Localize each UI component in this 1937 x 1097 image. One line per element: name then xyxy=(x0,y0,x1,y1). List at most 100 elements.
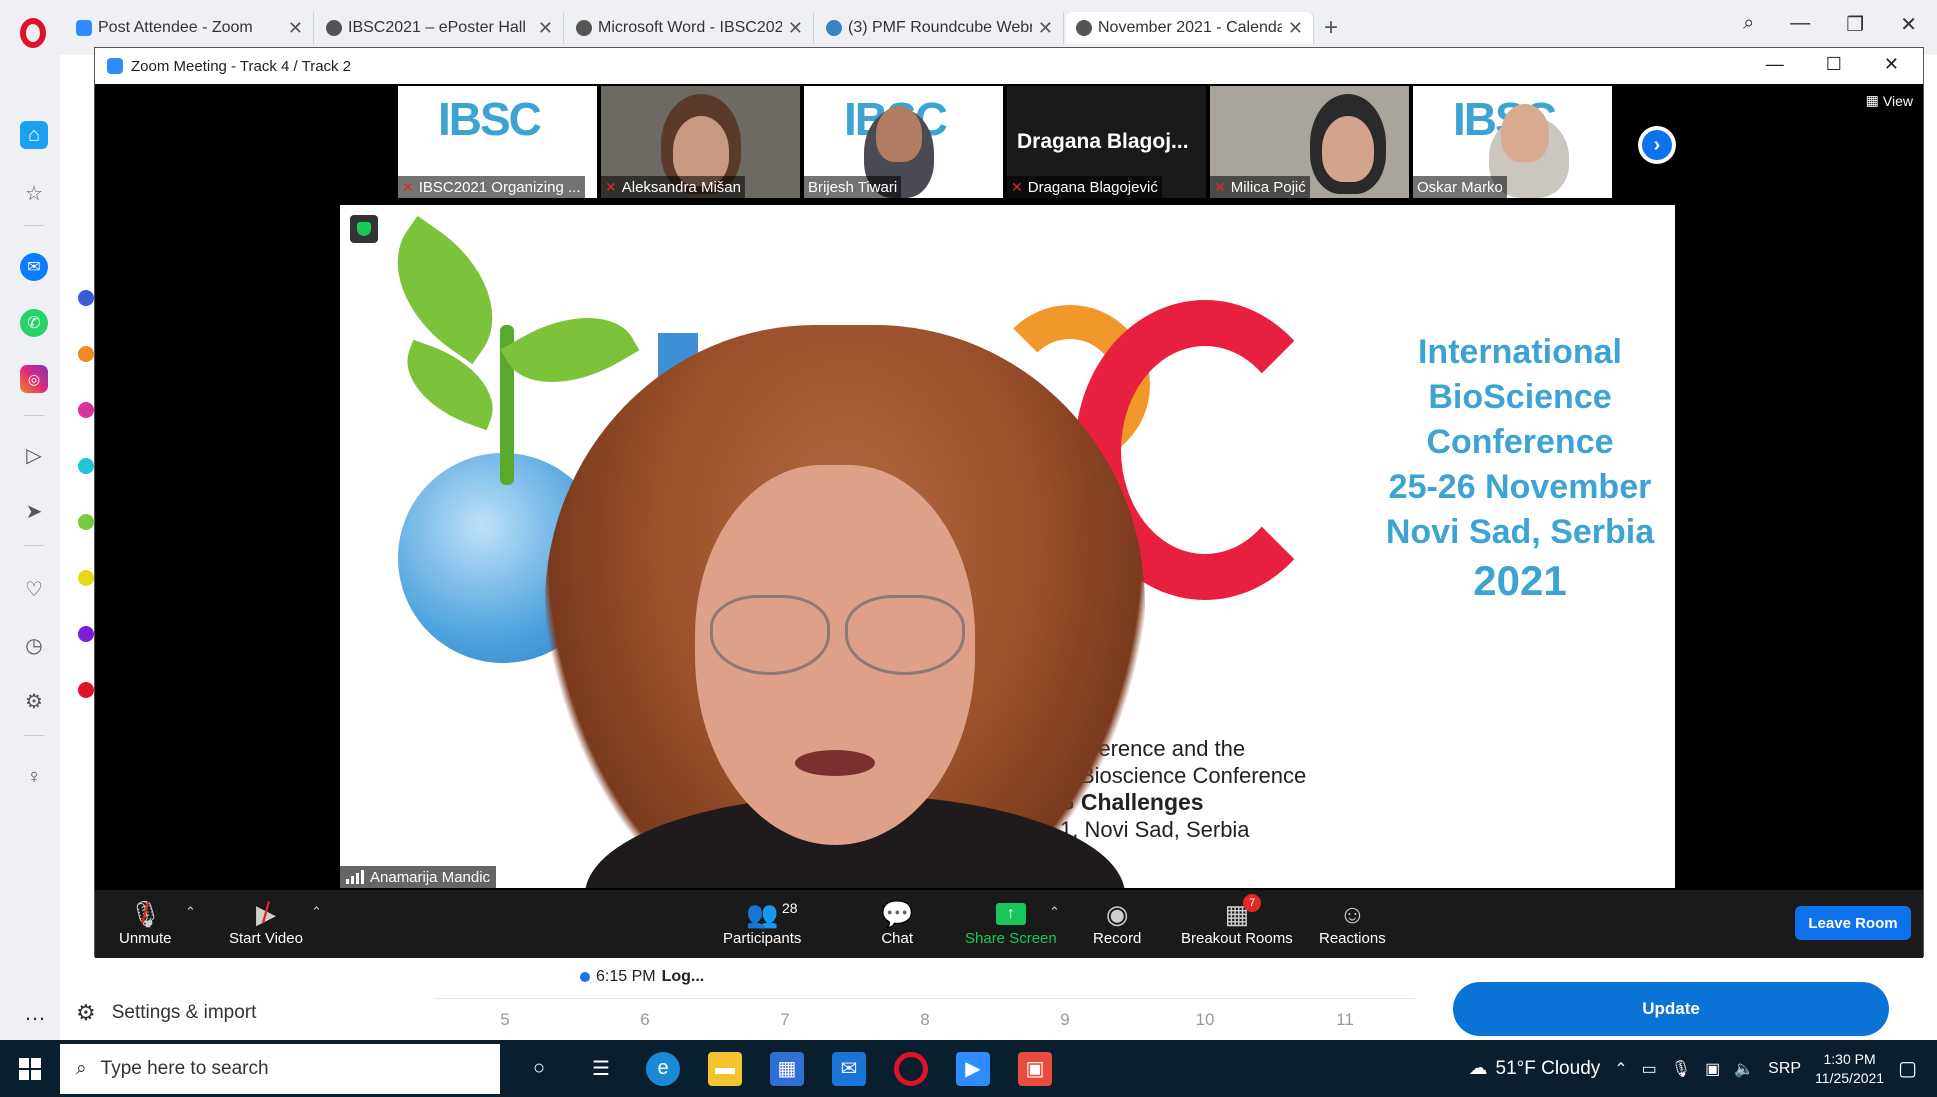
zoom-icon[interactable]: ▶ xyxy=(956,1051,990,1086)
messenger-icon[interactable]: ✉ xyxy=(20,253,48,281)
day-number[interactable]: 7 xyxy=(715,1010,855,1030)
day-number[interactable]: 5 xyxy=(435,1010,575,1030)
tab-roundcube[interactable]: (3) PMF Roundcube Webm ✕ xyxy=(816,12,1064,44)
tab-label: Post Attendee - Zoom xyxy=(98,19,253,36)
calendar-color-dot xyxy=(78,458,94,474)
close-icon[interactable]: ✕ xyxy=(288,18,303,39)
start-video-button[interactable]: ▶ / Start Video xyxy=(229,897,303,947)
language-indicator[interactable]: SRP xyxy=(1768,1060,1801,1078)
participant-tile[interactable]: IBSC ✕ IBSC2021 Organizing ... xyxy=(398,86,597,198)
participant-tile[interactable]: ✕ Milica Pojić xyxy=(1210,86,1409,198)
update-button[interactable]: Update xyxy=(1453,982,1889,1036)
view-button[interactable]: ▦ View xyxy=(1866,92,1913,109)
chevron-up-icon[interactable]: ⌃ xyxy=(185,904,196,920)
breakout-rooms-button[interactable]: ▦ 7 Breakout Rooms xyxy=(1181,894,1293,947)
day-number[interactable]: 6 xyxy=(575,1010,715,1030)
start-button[interactable] xyxy=(0,1040,60,1097)
leave-room-button[interactable]: Leave Room xyxy=(1795,906,1911,940)
battery-icon[interactable]: ▭ xyxy=(1642,1059,1657,1079)
start-video-label: Start Video xyxy=(229,930,303,947)
edge-icon[interactable]: e xyxy=(646,1051,680,1086)
maximize-icon[interactable]: ☐ xyxy=(1826,54,1842,75)
chevron-up-icon[interactable]: ⌃ xyxy=(311,904,322,920)
history-icon[interactable]: ◷ xyxy=(20,631,48,659)
search-icon[interactable]: ⌕ xyxy=(1743,12,1754,37)
calendar-event[interactable]: 6:15 PM Log... xyxy=(580,968,704,986)
breakout-rooms-icon: ▦ 7 xyxy=(1225,894,1262,930)
close-icon[interactable]: ✕ xyxy=(1884,54,1899,75)
send-icon[interactable]: ➤ xyxy=(20,497,48,525)
weather-widget[interactable]: ☁ 51°F Cloudy xyxy=(1469,1057,1601,1080)
settings-import-link[interactable]: ⚙ Settings & import xyxy=(76,1000,256,1026)
more-icon[interactable]: … xyxy=(24,1000,46,1026)
settings-label: Settings & import xyxy=(111,1002,257,1023)
cortana-icon[interactable]: ○ xyxy=(522,1052,556,1086)
opera-icon[interactable] xyxy=(894,1051,928,1086)
heart-icon[interactable]: ♡ xyxy=(20,575,48,603)
close-icon[interactable]: ✕ xyxy=(1900,12,1917,37)
chevron-up-icon[interactable]: ⌃ xyxy=(1049,904,1060,920)
volume-icon[interactable]: 🔈 xyxy=(1734,1059,1754,1079)
sidebar-divider xyxy=(24,415,44,416)
participant-strip: IBSC ✕ IBSC2021 Organizing ... ✕ Aleksan… xyxy=(398,86,1612,202)
close-icon[interactable]: ✕ xyxy=(1038,18,1053,39)
chat-button[interactable]: 💬 Chat xyxy=(881,898,913,948)
share-screen-button[interactable]: ↑ Share Screen xyxy=(965,898,1057,947)
microphone-icon[interactable]: 🎙 xyxy=(1671,1059,1691,1079)
mail-icon[interactable]: ✉ xyxy=(832,1051,866,1086)
speaker-name: Anamarija Mandic xyxy=(370,868,491,886)
participant-tile[interactable]: ✕ Aleksandra Mišan xyxy=(601,86,800,198)
participant-tile[interactable]: IBSC Brijesh Tiwari xyxy=(804,86,1003,198)
close-icon[interactable]: ✕ xyxy=(538,18,553,39)
task-view-icon[interactable]: ☰ xyxy=(584,1052,618,1086)
notification-icon[interactable]: ▢ xyxy=(1898,1056,1917,1081)
opera-logo-icon[interactable] xyxy=(20,18,46,48)
participant-name: Milica Pojić xyxy=(1230,178,1306,196)
instagram-icon[interactable]: ◎ xyxy=(20,365,48,393)
close-icon[interactable]: ✕ xyxy=(788,18,803,39)
network-icon[interactable]: ▣ xyxy=(1705,1059,1720,1079)
zoom-icon xyxy=(76,20,92,36)
day-number[interactable]: 8 xyxy=(855,1010,995,1030)
reactions-button[interactable]: ☺ Reactions xyxy=(1319,898,1386,948)
minimize-icon[interactable]: — xyxy=(1790,12,1810,37)
lightbulb-icon[interactable]: ♀ xyxy=(20,763,48,791)
record-button[interactable]: ◉ Record xyxy=(1093,898,1141,948)
shield-icon[interactable] xyxy=(350,215,378,243)
participant-tile[interactable]: IBSC Oskar Marko xyxy=(1413,86,1612,198)
chevron-up-icon[interactable]: ⌃ xyxy=(1614,1059,1627,1079)
day-number[interactable]: 10 xyxy=(1135,1010,1275,1030)
store-icon[interactable]: ▦ xyxy=(770,1051,804,1086)
next-page-button[interactable]: › xyxy=(1638,126,1676,164)
speaker-person xyxy=(545,325,1165,888)
new-tab-button[interactable]: + xyxy=(1316,12,1346,44)
day-number[interactable]: 11 xyxy=(1275,1010,1415,1030)
player-icon[interactable]: ▷ xyxy=(20,441,48,469)
unmute-button[interactable]: 🎙 / Unmute xyxy=(119,897,172,947)
tab-label: IBSC2021 – ePoster Hall xyxy=(348,19,526,36)
tab-post-attendee[interactable]: Post Attendee - Zoom ✕ xyxy=(66,12,314,44)
calendar-color-dot xyxy=(78,290,94,306)
participants-button[interactable]: 👥 28 Participants xyxy=(723,898,801,948)
tab-eposter-hall[interactable]: IBSC2021 – ePoster Hall ✕ xyxy=(316,12,564,44)
file-explorer-icon[interactable]: ▬ xyxy=(708,1051,742,1086)
clock[interactable]: 1:30 PM 11/25/2021 xyxy=(1815,1050,1884,1088)
calendar-color-dot xyxy=(78,626,94,642)
day-number[interactable]: 9 xyxy=(995,1010,1135,1030)
participant-face xyxy=(1501,104,1549,162)
settings-icon[interactable]: ⚙ xyxy=(20,687,48,715)
close-icon[interactable]: ✕ xyxy=(1288,18,1303,39)
star-icon[interactable]: ☆ xyxy=(20,179,48,207)
participant-name-bar: ✕ Dragana Blagojević xyxy=(1007,176,1162,198)
tab-word[interactable]: Microsoft Word - IBSC2021 ✕ xyxy=(566,12,814,44)
tab-strip: Post Attendee - Zoom ✕ IBSC2021 – ePoste… xyxy=(66,12,1346,46)
whatsapp-icon[interactable]: ✆ xyxy=(20,309,48,337)
home-icon[interactable]: ⌂ xyxy=(20,121,48,149)
restore-icon[interactable]: ❐ xyxy=(1846,12,1864,37)
minimize-icon[interactable]: — xyxy=(1766,54,1784,75)
participants-icon: 👥 28 xyxy=(746,898,798,929)
participant-tile[interactable]: Dragana Blagoj... ✕ Dragana Blagojević xyxy=(1007,86,1206,198)
presentation-app-icon[interactable]: ▣ xyxy=(1018,1051,1052,1086)
taskbar-search-box[interactable]: ⌕ Type here to search xyxy=(60,1043,500,1094)
tab-calendar[interactable]: November 2021 - Calendar ✕ xyxy=(1066,12,1314,44)
